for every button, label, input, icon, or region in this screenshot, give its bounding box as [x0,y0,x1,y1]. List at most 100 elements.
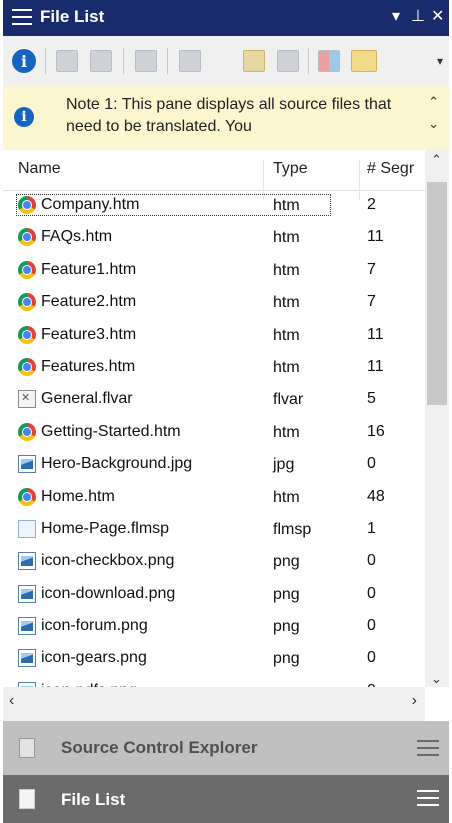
file-type-cell: png [273,650,300,668]
column-header-name[interactable]: Name [18,160,61,178]
copy-button[interactable] [133,49,159,73]
file-name-cell: Feature2.htm [18,293,137,312]
table-row[interactable]: icon-gears.png png 0 [3,643,425,675]
file-name-cell: icon-forum.png [18,617,148,636]
segments-cell: 16 [367,422,385,440]
file-name: Company.htm [41,196,140,213]
info-button[interactable]: i [11,49,37,73]
table-row[interactable]: Home-Page.flmsp flmsp 1 [3,514,425,546]
file-name: icon-gears.png [41,649,147,667]
file-name: General.flvar [41,390,133,408]
table-row[interactable]: Feature1.htm htm 7 [3,255,425,287]
copy-icon [135,50,157,72]
toolbar-overflow-icon[interactable]: ▾ [437,54,443,68]
segments-cell: 11 [367,325,384,343]
open-file-icon [56,50,78,72]
file-name-cell: General.flvar [18,390,133,409]
close-icon[interactable]: ✕ [431,6,444,26]
file-type-cell: htm [273,488,300,506]
file-name-cell: Hero-Background.jpg [18,455,193,474]
scroll-down-icon[interactable]: ⌄ [431,671,442,687]
table-row[interactable]: General.flvar flvar 5 [3,384,425,416]
file-type-cell: htm [273,261,300,279]
segments-cell: 0 [367,649,376,667]
open-file-button[interactable] [54,49,80,73]
file-name: Feature1.htm [41,260,137,278]
file-name: Feature2.htm [41,293,137,311]
panel-menu-icon[interactable] [417,740,439,761]
scrollbar-thumb[interactable] [427,182,447,405]
image-file-icon [18,584,36,603]
info-icon: i [14,107,34,127]
column-header-type[interactable]: Type [273,160,308,178]
folder-button[interactable] [351,49,377,73]
preview-button[interactable] [88,49,114,73]
file-type-cell: htm [273,197,300,214]
file-list-icon [19,789,35,809]
table-row[interactable]: FAQs.htm htm 11 [3,222,425,254]
file-name: FAQs.htm [41,228,113,246]
segments-cell: 0 [367,617,376,635]
file-name: icon-forum.png [41,617,148,635]
file-type-cell: png [273,553,300,571]
column-header-segments[interactable]: # Segr [367,160,414,178]
grid-button[interactable] [316,49,342,73]
dropdown-arrow-icon[interactable]: ▾ [392,6,400,26]
table-row[interactable]: Getting-Started.htm htm 16 [3,417,425,449]
table-row[interactable]: Features.htm htm 11 [3,352,425,384]
scroll-right-icon[interactable]: › [412,692,417,710]
table-row[interactable]: Feature2.htm htm 7 [3,287,425,319]
chrome-icon [18,325,36,344]
note-scroll-up-icon[interactable]: ⌃ [428,94,439,110]
file-type-cell: htm [273,358,300,376]
hamburger-menu-icon[interactable] [12,9,32,27]
note-text: Note 1: This pane displays all source fi… [66,96,392,135]
scroll-up-icon[interactable]: ⌃ [431,152,442,168]
file-type-cell: htm [273,423,300,441]
table-row[interactable]: Company.htm htm 2 [3,190,425,222]
chrome-icon [18,196,36,214]
file-list-tab[interactable]: File List [3,775,449,823]
zip-button[interactable] [241,49,267,73]
table-row[interactable]: icon-download.png png 0 [3,579,425,611]
table-row[interactable]: Hero-Background.jpg jpg 0 [3,449,425,481]
segments-cell: 0 [367,455,376,473]
image-file-icon [18,649,36,668]
file-name-cell: Getting-Started.htm [18,422,181,441]
note-scroll-down-icon[interactable]: ⌄ [428,116,439,132]
puzzle-button[interactable] [275,49,301,73]
table-row[interactable]: icon-checkbox.png png 0 [3,546,425,578]
file-name: icon-checkbox.png [41,552,175,570]
file-name: Hero-Background.jpg [41,455,193,473]
preview-icon [90,50,112,72]
file-name-cell: Features.htm [18,357,135,376]
file-type-cell: png [273,585,300,603]
panel-menu-icon[interactable] [417,790,439,811]
vertical-scrollbar[interactable]: ⌃ ⌄ [425,150,449,687]
file-list-window: File List ▾ ⊥ ✕ i ▾ i Note 1: This pane … [3,0,449,823]
chrome-icon [18,228,36,247]
pin-icon[interactable]: ⊥ [411,6,425,26]
variable-file-icon [18,390,36,409]
table-row[interactable]: Home.htm htm 48 [3,482,425,514]
table-row[interactable]: icon-forum.png png 0 [3,611,425,643]
table-row[interactable]: icon-pdfs.pngpng0 [3,676,425,687]
horizontal-scrollbar[interactable]: ‹ › [3,687,425,721]
file-table: Name Type # Segr Company.htm htm 2 FAQs.htm… [3,150,449,687]
segments-cell: 1 [367,519,376,537]
file-name-cell: icon-gears.png [18,649,147,668]
image-file-icon [18,617,36,636]
segments-cell: 48 [367,487,385,505]
toolbar-separator [45,48,46,74]
chrome-icon [18,487,36,506]
view-dropdown-button[interactable] [177,49,203,73]
view-icon [179,50,201,72]
table-header: Name Type # Segr [3,150,425,200]
table-row[interactable]: Feature3.htm htm 11 [3,320,425,352]
chrome-icon [18,293,36,312]
file-type-cell: flmsp [273,520,312,538]
segments-cell: 11 [367,228,384,246]
file-name: Feature3.htm [41,325,137,343]
scroll-left-icon[interactable]: ‹ [9,692,14,710]
source-control-explorer-tab[interactable]: Source Control Explorer [3,721,449,775]
